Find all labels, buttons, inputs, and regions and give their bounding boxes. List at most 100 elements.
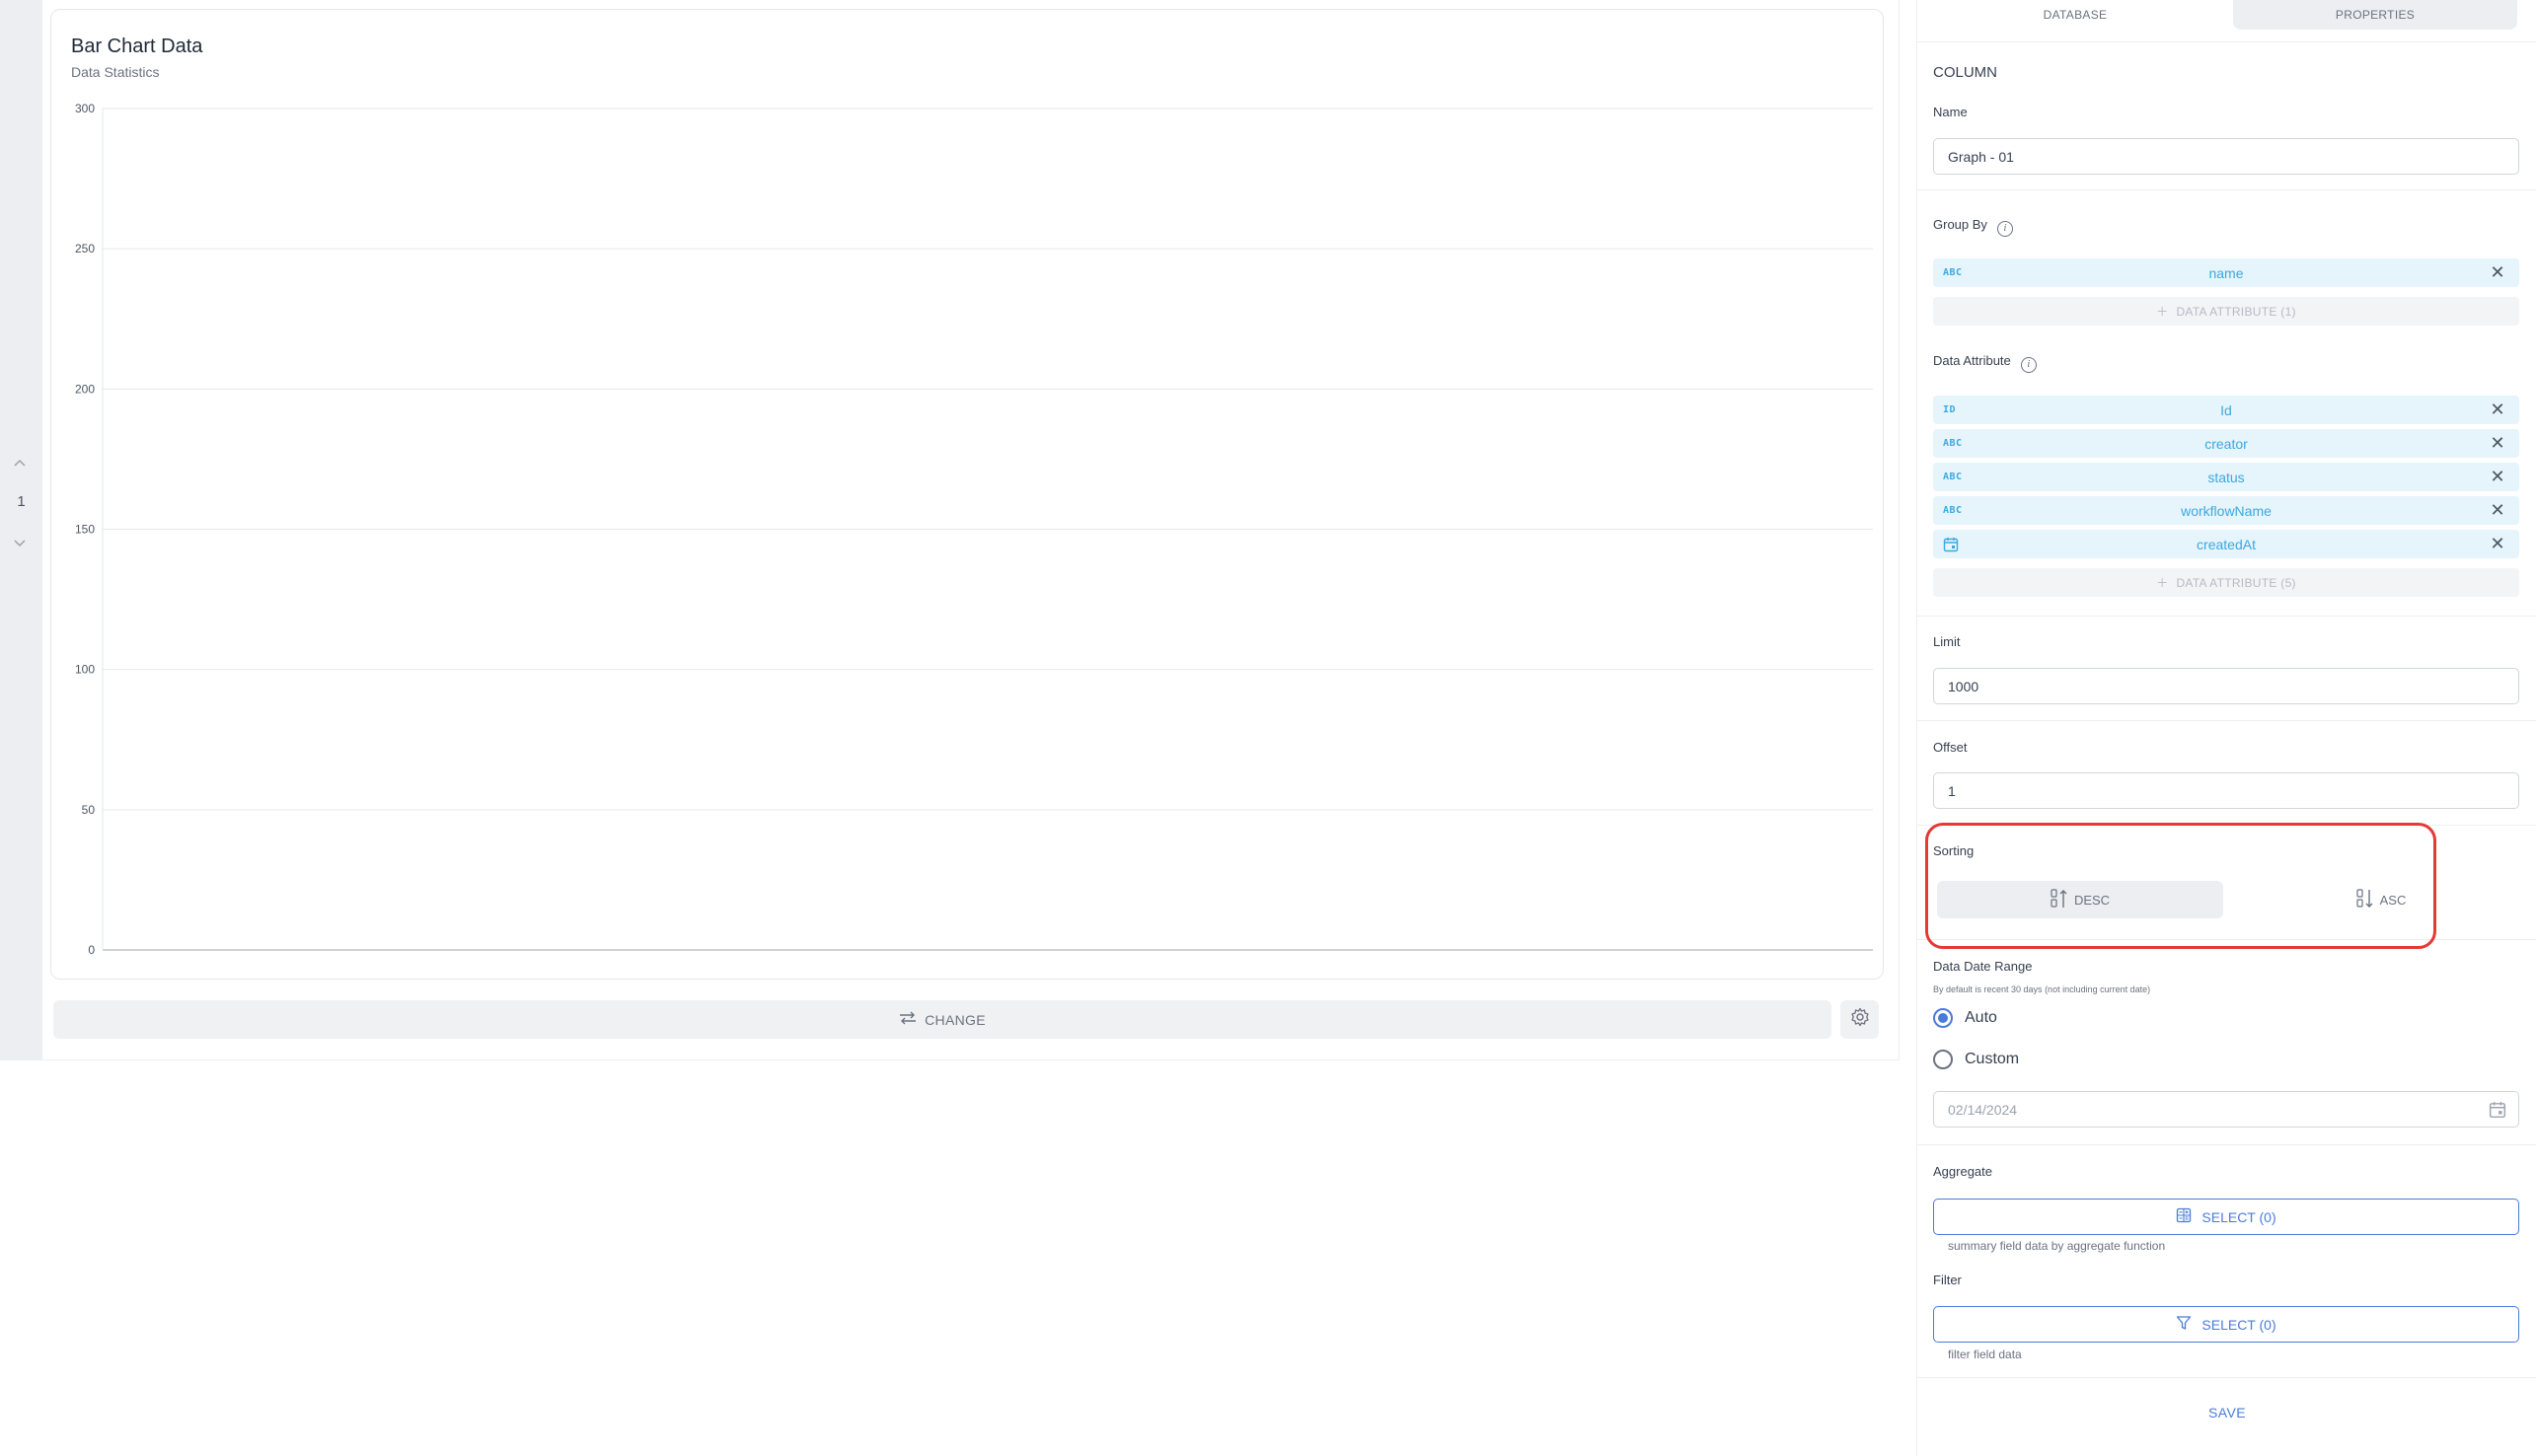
data-attr-chip: ABC status ✕	[1933, 463, 2519, 491]
data-attr-chip: ID Id ✕	[1933, 396, 2519, 424]
text-type-icon: ABC	[1943, 267, 1963, 278]
radio-custom[interactable]: Custom	[1933, 1050, 2019, 1069]
page-number: 1	[17, 493, 26, 510]
bar-chart: 0 50 100 150 200 250 300	[75, 102, 1873, 957]
y-tick-label: 250	[75, 242, 95, 255]
filter-icon	[2176, 1315, 2192, 1334]
properties-panel: DATABASE PROPERTIES COLUMN Name Graph - …	[1916, 0, 2536, 1456]
data-attr-chip: ABC workflowName ✕	[1933, 496, 2519, 525]
aggregate-select-button[interactable]: SELECT (0)	[1933, 1199, 2519, 1235]
section-title: COLUMN	[1933, 64, 1998, 81]
text-type-icon: ABC	[1943, 472, 1963, 482]
info-icon[interactable]: i	[1996, 221, 2013, 237]
y-tick-label: 150	[75, 523, 95, 537]
id-type-icon: ID	[1943, 404, 1957, 415]
radio-checked-icon	[1933, 1008, 1953, 1028]
chart-workspace: 0 50 100 150 200 250 300 Bar Chart Data Data S…	[42, 0, 1900, 1060]
divider	[1917, 1377, 2536, 1378]
divider	[1917, 41, 2536, 42]
info-icon[interactable]: i	[2020, 357, 2037, 373]
y-tick-label: 0	[88, 943, 95, 957]
offset-label: Offset	[1933, 740, 1968, 755]
date-placeholder: 02/14/2024	[1948, 1101, 2018, 1118]
radio-auto[interactable]: Auto	[1933, 1008, 1997, 1028]
chip-label: name	[2208, 264, 2244, 281]
sort-desc-icon	[2051, 888, 2068, 911]
plus-icon: ＋	[2156, 305, 2169, 319]
y-tick-label: 200	[75, 382, 95, 396]
name-input[interactable]: Graph - 01	[1933, 138, 2519, 175]
radio-auto-label: Auto	[1965, 1009, 1997, 1026]
close-icon[interactable]: ✕	[2490, 535, 2505, 552]
data-attribute-label: Data Attribute i	[1933, 353, 2037, 373]
page-rail: 1	[0, 0, 42, 1060]
filter-label: Filter	[1933, 1273, 1962, 1287]
group-by-chip: ABC name ✕	[1933, 258, 2519, 287]
divider	[1917, 720, 2536, 721]
change-label: CHANGE	[925, 1011, 986, 1028]
chip-label: workflowName	[2181, 502, 2272, 519]
chart-card: 0 50 100 150 200 250 300 Bar Chart Data Data S…	[50, 9, 1884, 980]
sort-asc-button[interactable]: ASC	[2273, 881, 2490, 918]
chip-label: status	[2207, 469, 2245, 485]
add-group-by-button[interactable]: ＋ DATA ATTRIBUTE (1)	[1933, 297, 2519, 326]
name-label: Name	[1933, 105, 1968, 119]
chevron-down-icon[interactable]	[12, 535, 28, 550]
date-range-hint: By default is recent 30 days (not includ…	[1933, 984, 2151, 994]
gear-icon	[1850, 1007, 1870, 1032]
panel-tabs: DATABASE PROPERTIES	[1917, 0, 2536, 30]
change-chart-button[interactable]: CHANGE	[53, 1000, 1831, 1039]
calendar-icon[interactable]	[2489, 1101, 2506, 1122]
divider	[1917, 939, 2536, 940]
filter-hint: filter field data	[1948, 1347, 2022, 1361]
add-data-attribute-button[interactable]: ＋ DATA ATTRIBUTE (5)	[1933, 568, 2519, 597]
sort-asc-icon	[2356, 888, 2374, 911]
y-tick-label: 50	[82, 803, 96, 817]
tab-database[interactable]: DATABASE	[1917, 0, 2233, 30]
tab-properties[interactable]: PROPERTIES	[2233, 0, 2517, 30]
aggregate-select-label: SELECT (0)	[2201, 1208, 2276, 1225]
chevron-up-icon[interactable]	[12, 456, 28, 472]
aggregate-label: Aggregate	[1933, 1164, 1992, 1179]
y-tick-label: 100	[75, 663, 95, 677]
chart-settings-button[interactable]	[1840, 1000, 1879, 1039]
text-type-icon: ABC	[1943, 505, 1963, 516]
limit-label: Limit	[1933, 634, 1961, 649]
data-attr-chip: createdAt ✕	[1933, 530, 2519, 558]
filter-select-button[interactable]: SELECT (0)	[1933, 1306, 2519, 1343]
chip-label: Id	[2220, 401, 2232, 418]
date-input[interactable]: 02/14/2024	[1933, 1091, 2519, 1128]
save-button[interactable]: SAVE	[1917, 1405, 2536, 1420]
close-icon[interactable]: ✕	[2490, 501, 2505, 519]
y-tick-label: 300	[75, 102, 95, 115]
close-icon[interactable]: ✕	[2490, 468, 2505, 485]
date-range-label: Data Date Range	[1933, 959, 2033, 974]
sort-desc-label: DESC	[2073, 892, 2111, 908]
text-type-icon: ABC	[1943, 438, 1963, 449]
calendar-icon	[1943, 537, 1959, 555]
aggregate-hint: summary field data by aggregate function	[1948, 1239, 2166, 1253]
chart-subtitle: Data Statistics	[71, 64, 160, 80]
sort-desc-button[interactable]: DESC	[1937, 881, 2223, 918]
divider	[1917, 825, 2536, 826]
divider	[1917, 616, 2536, 617]
swap-icon	[899, 1011, 917, 1028]
close-icon[interactable]: ✕	[2490, 263, 2505, 281]
group-by-label: Group By i	[1933, 217, 2013, 237]
add-label: DATA ATTRIBUTE (5)	[2176, 575, 2296, 590]
divider	[1917, 189, 2536, 190]
plus-icon: ＋	[2156, 576, 2169, 590]
data-attr-chip: ABC creator ✕	[1933, 429, 2519, 458]
sorting-label: Sorting	[1933, 843, 1975, 858]
close-icon[interactable]: ✕	[2490, 400, 2505, 418]
chip-label: createdAt	[2197, 536, 2256, 552]
divider	[1917, 1144, 2536, 1145]
radio-custom-label: Custom	[1965, 1051, 2020, 1067]
add-label: DATA ATTRIBUTE (1)	[2176, 304, 2296, 319]
radio-unchecked-icon	[1933, 1050, 1953, 1069]
offset-input[interactable]: 1	[1933, 772, 2519, 809]
limit-input[interactable]: 1000	[1933, 668, 2519, 704]
close-icon[interactable]: ✕	[2490, 434, 2505, 452]
filter-select-label: SELECT (0)	[2201, 1316, 2276, 1333]
calculator-icon	[2176, 1207, 2192, 1226]
